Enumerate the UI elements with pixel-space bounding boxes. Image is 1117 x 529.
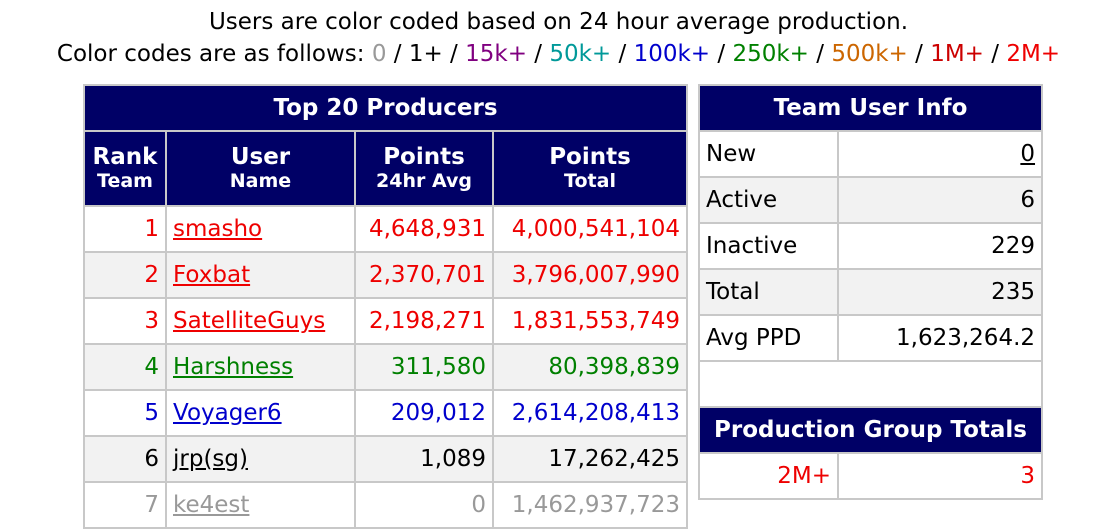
top-producers-title: Top 20 Producers <box>82 84 689 132</box>
color-code-separator: / <box>907 41 931 67</box>
color-code-separator: / <box>442 41 466 67</box>
user-link[interactable]: smasho <box>173 216 262 242</box>
team-info-label: New <box>698 130 839 178</box>
color-code-7: 1M+ <box>930 41 984 67</box>
team-info-value: 229 <box>836 222 1044 270</box>
user-cell: Foxbat <box>165 251 356 299</box>
team-info-value-text: 229 <box>991 233 1036 259</box>
table-row: 1 smasho 4,648,931 4,000,541,104 <box>83 205 689 253</box>
intro-line-1: Users are color coded based on 24 hour a… <box>208 9 909 35</box>
total-points-cell: 2,614,208,413 <box>491 389 689 437</box>
total-points-cell: 1,462,937,723 <box>491 481 689 529</box>
col-avg-header: Points 24hr Avg <box>354 130 494 207</box>
color-code-separator: / <box>386 41 409 67</box>
user-cell: jrp(sg) <box>165 435 356 483</box>
color-code-3: 50k+ <box>549 41 612 67</box>
user-link[interactable]: Voyager6 <box>173 400 282 426</box>
production-group-totals-table: Production Group Totals 2M+ 3 <box>698 406 1043 500</box>
team-info-value: 235 <box>836 268 1044 316</box>
production-group-row: 2M+ 3 <box>698 452 1043 500</box>
user-cell: SatelliteGuys <box>165 297 356 345</box>
avg-points-cell: 2,198,271 <box>354 297 494 345</box>
user-link[interactable]: Harshness <box>173 354 293 380</box>
team-info-row: Total 235 <box>698 268 1044 316</box>
production-group-title: Production Group Totals <box>698 406 1043 454</box>
rank-cell: 5 <box>83 389 167 437</box>
user-link[interactable]: jrp(sg) <box>173 446 248 472</box>
color-code-6: 500k+ <box>831 41 908 67</box>
col-total-header: Points Total <box>491 130 689 207</box>
team-info-row: New 0 <box>698 130 1044 178</box>
rank-cell: 1 <box>83 205 167 253</box>
team-user-info-table: Team User Info New 0 Active 6 Inactive 229 Tot… <box>697 84 1044 407</box>
rank-cell: 7 <box>83 481 167 529</box>
col-user-header: User Name <box>165 130 356 207</box>
total-points-cell: 1,831,553,749 <box>491 297 689 345</box>
user-cell: ke4est <box>165 481 356 529</box>
team-info-value-link[interactable]: 0 <box>1020 141 1035 167</box>
team-info-spacer <box>697 361 1044 407</box>
color-code-5: 250k+ <box>732 41 809 67</box>
rank-cell: 6 <box>83 435 167 483</box>
top-producers-table: Top 20 Producers Rank Team User Name Point… <box>82 84 689 529</box>
user-cell: smasho <box>165 205 356 253</box>
team-user-info-title: Team User Info <box>697 84 1044 132</box>
color-legend-prefix: Color codes are as follows: <box>56 41 372 67</box>
color-code-1: 1+ <box>408 41 443 67</box>
color-code-4: 100k+ <box>633 41 711 67</box>
team-info-value: 1,623,264.2 <box>836 314 1044 362</box>
user-cell: Voyager6 <box>165 389 356 437</box>
team-info-row: Active 6 <box>698 176 1044 224</box>
user-link[interactable]: ke4est <box>173 492 249 518</box>
team-info-label: Total <box>698 268 839 316</box>
rank-cell: 3 <box>83 297 167 345</box>
rank-cell: 4 <box>83 343 167 391</box>
team-info-value-text: 6 <box>1020 187 1036 213</box>
production-group-label: 2M+ <box>698 452 839 500</box>
table-row: 4 Harshness 311,580 80,398,839 <box>83 343 689 391</box>
color-code-0: 0 <box>371 41 387 67</box>
total-points-cell: 80,398,839 <box>491 343 689 391</box>
table-row: 6 jrp(sg) 1,089 17,262,425 <box>83 435 689 483</box>
total-points-cell: 17,262,425 <box>491 435 689 483</box>
rank-cell: 2 <box>83 251 167 299</box>
table-row: 3 SatelliteGuys 2,198,271 1,831,553,749 <box>83 297 689 345</box>
total-points-cell: 4,000,541,104 <box>491 205 689 253</box>
total-points-cell: 3,796,007,990 <box>491 251 689 299</box>
color-code-8: 2M+ <box>1006 41 1061 67</box>
avg-points-cell: 1,089 <box>354 435 494 483</box>
color-code-separator: / <box>710 41 733 67</box>
color-code-separator: / <box>983 41 1007 67</box>
team-info-value-text: 235 <box>991 279 1036 305</box>
team-info-value: 0 <box>836 130 1044 178</box>
team-info-label: Active <box>698 176 839 224</box>
user-link[interactable]: SatelliteGuys <box>173 308 325 334</box>
user-link[interactable]: Foxbat <box>173 262 250 288</box>
user-cell: Harshness <box>165 343 356 391</box>
team-info-label: Avg PPD <box>698 314 839 362</box>
avg-points-cell: 311,580 <box>354 343 494 391</box>
color-legend-codes: 0 / 1+ / 15k+ / 50k+ / 100k+ / 250k+ / 5… <box>372 41 1060 67</box>
color-legend: Color codes are as follows: 0 / 1+ / 15k… <box>0 41 1117 67</box>
production-group-value: 3 <box>837 452 1043 500</box>
team-info-row: Inactive 229 <box>698 222 1044 270</box>
col-rank-header: Rank Team <box>83 130 167 207</box>
team-info-value-text: 1,623,264.2 <box>896 325 1036 351</box>
team-info-value: 6 <box>836 176 1044 224</box>
color-code-separator: / <box>808 41 832 67</box>
color-code-separator: / <box>526 41 550 67</box>
team-info-label: Inactive <box>698 222 839 270</box>
color-code-separator: / <box>611 41 634 67</box>
avg-points-cell: 209,012 <box>354 389 494 437</box>
table-row: 7 ke4est 0 1,462,937,723 <box>83 481 689 529</box>
table-row: 2 Foxbat 2,370,701 3,796,007,990 <box>83 251 689 299</box>
avg-points-cell: 4,648,931 <box>354 205 494 253</box>
team-info-row: Avg PPD 1,623,264.2 <box>698 314 1044 362</box>
avg-points-cell: 2,370,701 <box>354 251 494 299</box>
table-row: 5 Voyager6 209,012 2,614,208,413 <box>83 389 689 437</box>
avg-points-cell: 0 <box>354 481 494 529</box>
color-code-2: 15k+ <box>465 41 527 67</box>
